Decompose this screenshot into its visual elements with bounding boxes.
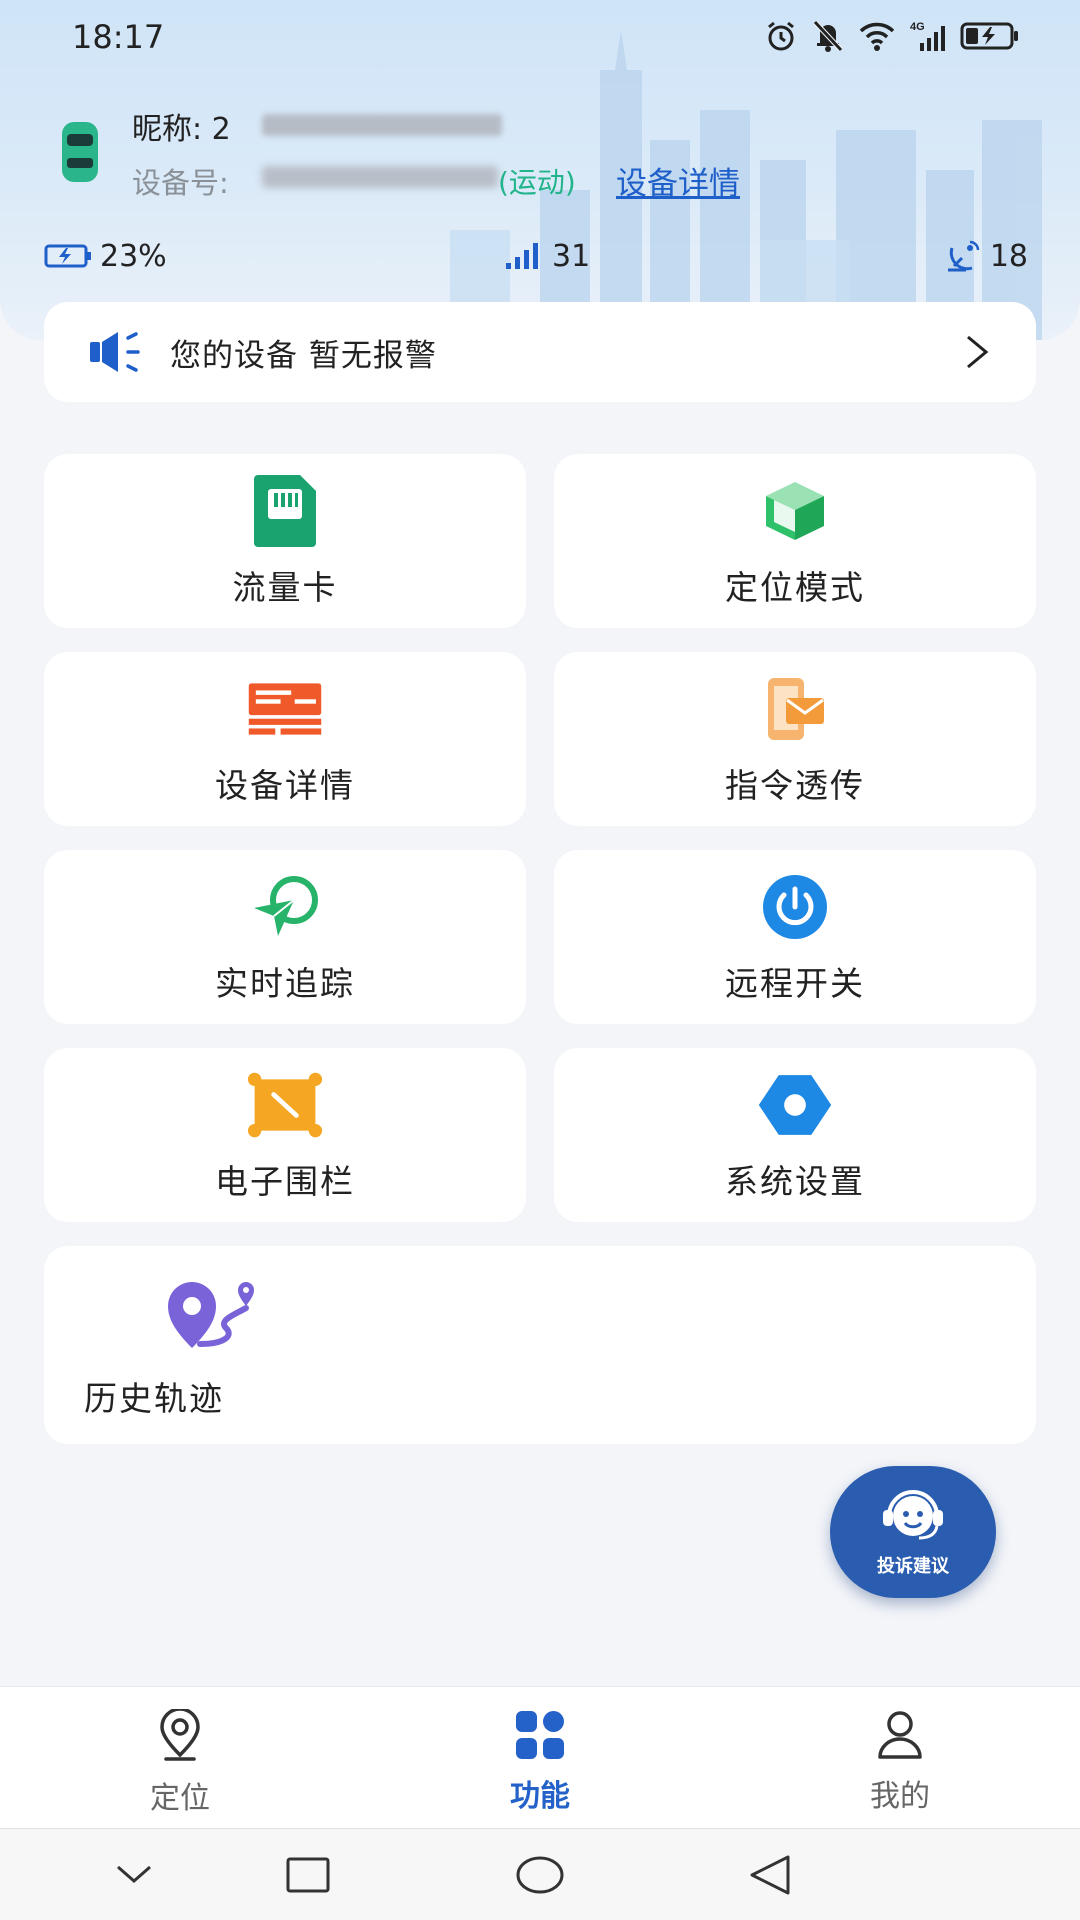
feature-tile-command-relay[interactable]: 指令透传: [554, 652, 1036, 826]
device-number-label: 设备号:: [132, 166, 229, 200]
tracking-icon: [254, 876, 318, 936]
feature-label: 实时追踪: [215, 964, 355, 1003]
feature-label: 历史轨迹: [84, 1379, 224, 1418]
feature-tile-device-detail[interactable]: 设备详情: [44, 652, 526, 826]
feature-label: 设备详情: [215, 766, 355, 805]
battery-charging-icon: [960, 22, 1018, 50]
status-bar: 18:17 4G: [0, 0, 1080, 72]
wifi-icon: [859, 22, 895, 51]
nav-collapse-button[interactable]: [106, 1849, 162, 1901]
route-icon: [168, 1282, 254, 1348]
settings-icon: [758, 1075, 832, 1135]
device-detail-link[interactable]: 设备详情: [616, 158, 740, 203]
circle-icon: [516, 1856, 564, 1894]
device-number-redacted: [262, 166, 498, 188]
power-icon: [763, 875, 827, 939]
device-detail-icon: [248, 683, 322, 735]
tab-label: 定位: [150, 1781, 210, 1816]
feature-label: 定位模式: [725, 568, 865, 607]
tab-functions[interactable]: 功能: [440, 1687, 640, 1829]
4g-signal-icon: 4G: [910, 21, 945, 51]
back-triangle-icon: [750, 1855, 790, 1895]
location-pin-icon: [160, 1709, 200, 1761]
alarm-icon: [768, 21, 794, 51]
feedback-button[interactable]: 投诉建议: [830, 1466, 996, 1598]
nickname-redacted: [262, 114, 502, 136]
tab-mine[interactable]: 我的: [800, 1687, 1000, 1829]
customer-service-icon: [883, 1490, 943, 1540]
speaker-alarm-icon: [90, 332, 140, 372]
feedback-label: 投诉建议: [877, 1556, 949, 1577]
grid-icon: [516, 1711, 564, 1759]
chevron-right-icon: [967, 335, 989, 369]
status-icons: 4G: [764, 18, 1020, 54]
mute-icon: [813, 20, 843, 52]
feature-tile-remote-switch[interactable]: 远程开关: [554, 850, 1036, 1024]
network-type-label: 4G: [910, 21, 925, 33]
battery-level-icon: [44, 244, 91, 268]
car-icon: [62, 122, 98, 182]
feature-tile-system-settings[interactable]: 系统设置: [554, 1048, 1036, 1222]
battery-value: 23%: [100, 238, 167, 274]
feature-label: 流量卡: [232, 568, 338, 607]
satellite-value: 18: [989, 238, 1028, 274]
satellite-icon: [947, 240, 980, 272]
battery-stat: 23%: [44, 238, 167, 274]
signal-bars-icon: [506, 243, 538, 269]
signal-value: 31: [552, 238, 591, 274]
tab-label: 功能: [510, 1779, 570, 1814]
fence-icon: [247, 1072, 323, 1138]
nav-home-button[interactable]: [512, 1849, 568, 1901]
alert-bar[interactable]: 您的设备 暂无报警: [44, 302, 1036, 402]
user-icon: [878, 1711, 922, 1759]
feature-tile-history-route[interactable]: 历史轨迹: [44, 1246, 1036, 1444]
feature-tile-location-mode[interactable]: 定位模式: [554, 454, 1036, 628]
system-navigation-bar: [0, 1828, 1080, 1920]
tab-location[interactable]: 定位: [80, 1687, 280, 1829]
tab-label: 我的: [870, 1779, 930, 1814]
sim-card-icon: [254, 475, 316, 547]
square-icon: [286, 1857, 330, 1893]
feature-label: 电子围栏: [215, 1162, 355, 1201]
cube-icon: [766, 482, 824, 540]
chevron-down-icon: [117, 1865, 151, 1883]
phone-message-icon: [768, 678, 824, 740]
feature-label: 指令透传: [725, 766, 865, 805]
feature-tile-realtime-tracking[interactable]: 实时追踪: [44, 850, 526, 1024]
status-time: 18:17: [72, 18, 165, 56]
nav-recents-button[interactable]: [280, 1849, 336, 1901]
alert-text: 您的设备 暂无报警: [170, 337, 437, 374]
satellite-stat: 18: [946, 238, 1028, 274]
feature-label: 远程开关: [725, 964, 865, 1003]
nav-back-button[interactable]: [742, 1849, 798, 1901]
feature-tile-sim-card[interactable]: 流量卡: [44, 454, 526, 628]
bottom-tab-bar: 定位 功能 我的: [0, 1686, 1080, 1828]
device-state: (运动): [498, 166, 576, 199]
feature-label: 系统设置: [725, 1162, 865, 1201]
signal-stat: 31: [504, 238, 590, 274]
nickname-label: 昵称: 2: [132, 112, 231, 147]
feature-tile-geofence[interactable]: 电子围栏: [44, 1048, 526, 1222]
